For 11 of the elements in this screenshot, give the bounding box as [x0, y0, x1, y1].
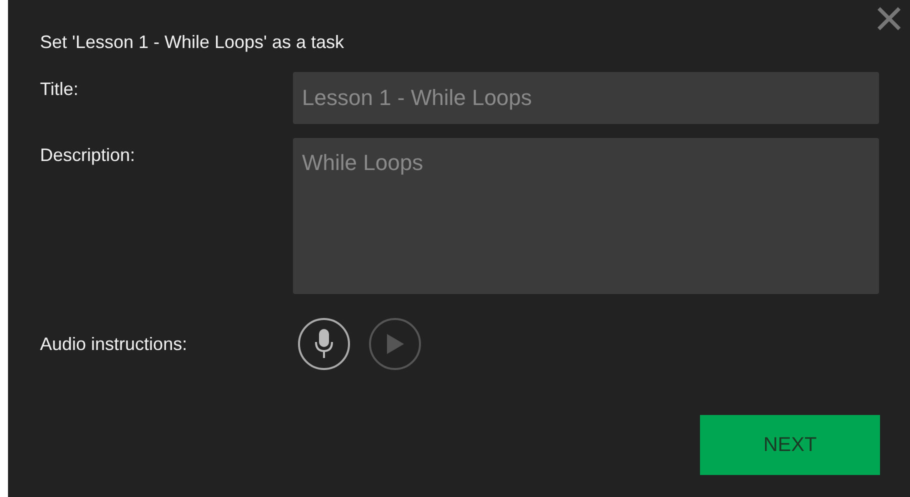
record-button[interactable]	[298, 318, 350, 370]
audio-label: Audio instructions:	[40, 332, 188, 356]
next-button[interactable]: NEXT	[700, 415, 880, 475]
description-field[interactable]: While Loops	[293, 138, 879, 294]
play-icon	[385, 333, 405, 355]
microphone-icon	[315, 329, 333, 359]
close-button[interactable]: ×	[870, 0, 908, 38]
field-label: Title:	[40, 78, 80, 101]
field-label: Description:	[40, 144, 136, 167]
title-field[interactable]: Lesson 1 - While Loops	[293, 72, 879, 124]
dialog-title: Set 'Lesson 1 - While Loops' as a task	[40, 31, 346, 54]
